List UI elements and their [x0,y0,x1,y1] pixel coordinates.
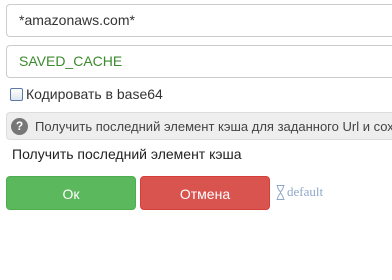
default-link-label[interactable]: default [287,184,323,200]
cancel-button[interactable]: Отмена [140,176,270,210]
action-hint: ? Получить последний элемент кэша для за… [6,112,392,140]
base64-checkbox-label: Кодировать в base64 [26,86,163,102]
url-pattern-input[interactable]: *amazonaws.com* [6,4,392,37]
question-icon: ? [11,117,28,135]
action-hint-text: Получить последний элемент кэша для зада… [35,118,392,134]
base64-checkbox[interactable] [10,87,23,101]
action-description: Получить последний элемент кэша [12,146,242,162]
base64-option[interactable]: Кодировать в base64 [10,86,163,102]
cache-name-input[interactable]: SAVED_CACHE [6,45,392,78]
ok-button[interactable]: Ок [6,176,136,210]
default-link[interactable]: default [276,184,323,200]
hourglass-icon [276,184,285,200]
